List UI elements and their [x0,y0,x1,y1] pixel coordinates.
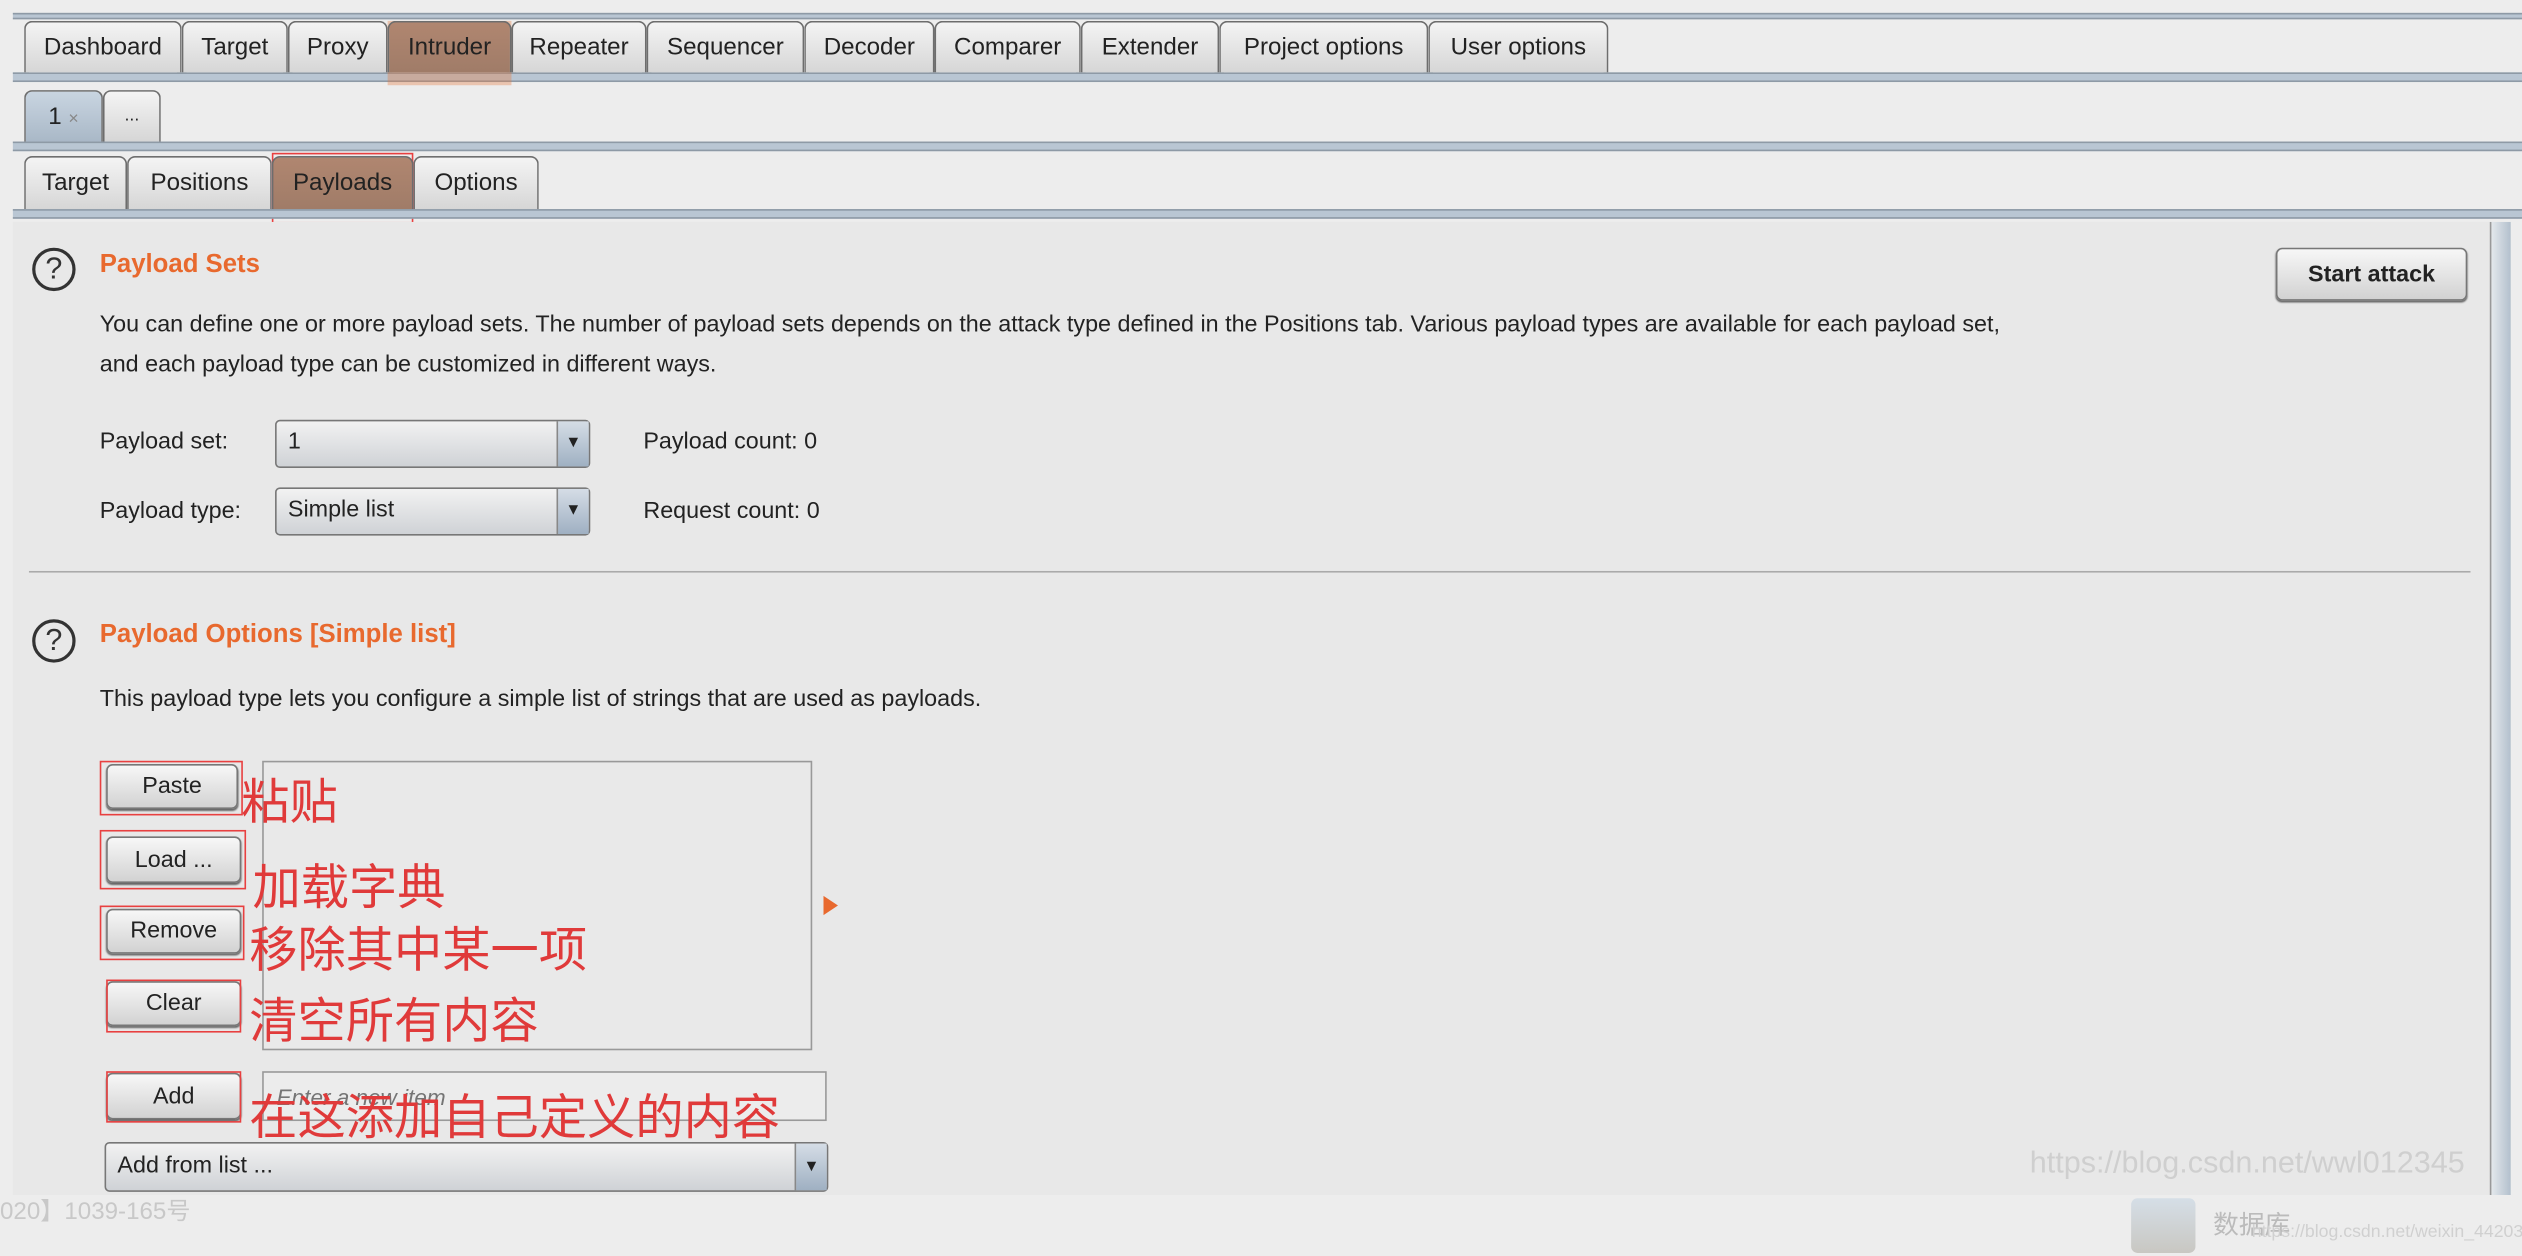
annotation-paste: 粘贴 [241,775,338,832]
tab-target[interactable]: Target [181,20,288,73]
annotation-load: 加载字典 [252,860,446,917]
annotation-clear: 清空所有内容 [249,993,539,1051]
request-count-label: Request count: [643,498,801,525]
subtab-positions[interactable]: Positions [127,156,272,210]
annotation-remove: 移除其中某一项 [249,923,588,980]
payload-count-label: Payload count: [643,429,798,456]
tab-user-options[interactable]: User options [1428,20,1609,73]
annotation-box [99,829,247,890]
new-attack-tab[interactable]: ... [102,90,161,142]
top-divider [12,12,2522,20]
attack-tab-divider [12,141,2522,152]
payload-sets-title: Payload Sets [99,250,260,279]
payload-options-description: This payload type lets you configure a s… [99,686,982,713]
sub-tab-divider [12,209,2522,219]
payload-set-label: Payload set: [99,429,229,456]
tab-comparer[interactable]: Comparer [934,20,1081,73]
chevron-down-icon: ▼ [794,1143,827,1191]
tab-repeater[interactable]: Repeater [511,20,647,73]
request-count: Request count: 0 [643,499,819,525]
license-text: 020】1039-165号 [0,1198,191,1226]
annotation-box [99,905,245,961]
request-count-value: 0 [806,498,820,525]
chevron-down-icon: ▼ [556,488,589,534]
thumbnail-image [2131,1198,2196,1253]
payload-set-value: 1 [287,429,301,456]
annotation-box [99,760,243,816]
watermark-2: https://blog.csdn.net/weixin_44203158 [2251,1222,2522,1242]
tab-intruder[interactable]: Intruder [387,20,512,73]
payload-options-title: Payload Options [Simple list] [99,620,456,649]
burp-window: 1 × ... ? Payload Sets Start attack You … [0,0,2522,1256]
watermark: https://blog.csdn.net/wwl012345 [2029,1146,2465,1181]
expand-arrow-icon[interactable] [823,895,838,916]
subtab-target[interactable]: Target [24,156,128,210]
annotation-box [106,979,242,1033]
tab-decoder[interactable]: Decoder [804,20,935,73]
subtab-payloads[interactable]: Payloads [271,156,414,210]
subtab-options[interactable]: Options [413,156,539,210]
tab-dashboard[interactable]: Dashboard [24,20,182,73]
close-icon[interactable]: × [68,109,78,128]
help-icon[interactable]: ? [32,247,76,292]
annotation-add: 在这添加自己定义的内容 [249,1090,781,1147]
annotation-box [106,1071,242,1123]
payload-type-label: Payload type: [99,498,242,525]
tab-project-options[interactable]: Project options [1219,20,1429,73]
scrollbar[interactable] [2489,221,2511,1196]
help-icon[interactable]: ? [32,619,76,663]
payload-count: Payload count: 0 [643,429,817,455]
payload-set-select[interactable]: 1 ▼ [275,419,591,469]
tab-extender[interactable]: Extender [1080,20,1220,73]
add-from-list-value: Add from list ... [117,1153,273,1179]
payload-sets-description: You can define one or more payload sets.… [99,312,2000,338]
tab-sequencer[interactable]: Sequencer [646,20,805,73]
payload-count-value: 0 [804,429,818,456]
tab-proxy[interactable]: Proxy [287,20,388,73]
payload-type-select[interactable]: Simple list ▼ [275,487,591,536]
chevron-down-icon: ▼ [556,421,589,467]
add-from-list-select[interactable]: Add from list ... ▼ [104,1141,829,1192]
payload-sets-description-2: and each payload type can be customized … [99,352,717,378]
section-divider [28,570,2471,573]
attack-tab-1[interactable]: 1 × [24,90,103,142]
attack-tab-label: 1 [48,102,62,131]
start-attack-button[interactable]: Start attack [2275,247,2468,301]
payload-type-value: Simple list [287,496,395,523]
